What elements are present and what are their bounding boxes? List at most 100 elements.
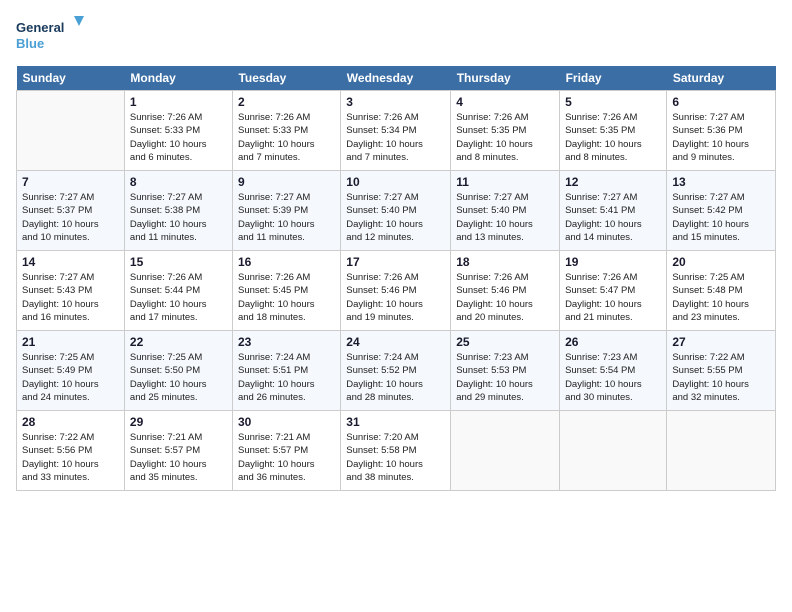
day-info: Sunrise: 7:25 AM Sunset: 5:49 PM Dayligh… [22, 351, 119, 404]
day-number: 18 [456, 255, 554, 269]
day-info: Sunrise: 7:26 AM Sunset: 5:47 PM Dayligh… [565, 271, 661, 324]
day-info: Sunrise: 7:27 AM Sunset: 5:40 PM Dayligh… [346, 191, 445, 244]
calendar-week-row: 14 Sunrise: 7:27 AM Sunset: 5:43 PM Dayli… [17, 251, 776, 331]
calendar-day-cell [560, 411, 667, 491]
calendar-day-cell: 28 Sunrise: 7:22 AM Sunset: 5:56 PM Dayli… [17, 411, 125, 491]
calendar-day-cell: 17 Sunrise: 7:26 AM Sunset: 5:46 PM Dayli… [341, 251, 451, 331]
day-info: Sunrise: 7:27 AM Sunset: 5:40 PM Dayligh… [456, 191, 554, 244]
calendar-day-cell [451, 411, 560, 491]
calendar-week-row: 28 Sunrise: 7:22 AM Sunset: 5:56 PM Dayli… [17, 411, 776, 491]
logo-svg: General Blue [16, 16, 86, 56]
day-info: Sunrise: 7:26 AM Sunset: 5:44 PM Dayligh… [130, 271, 227, 324]
weekday-header-cell: Monday [124, 66, 232, 91]
calendar-day-cell: 11 Sunrise: 7:27 AM Sunset: 5:40 PM Dayli… [451, 171, 560, 251]
day-info: Sunrise: 7:27 AM Sunset: 5:36 PM Dayligh… [672, 111, 770, 164]
day-number: 23 [238, 335, 335, 349]
day-info: Sunrise: 7:22 AM Sunset: 5:55 PM Dayligh… [672, 351, 770, 404]
day-number: 15 [130, 255, 227, 269]
calendar-day-cell: 16 Sunrise: 7:26 AM Sunset: 5:45 PM Dayli… [232, 251, 340, 331]
weekday-header-cell: Wednesday [341, 66, 451, 91]
calendar-day-cell: 30 Sunrise: 7:21 AM Sunset: 5:57 PM Dayli… [232, 411, 340, 491]
day-info: Sunrise: 7:24 AM Sunset: 5:51 PM Dayligh… [238, 351, 335, 404]
day-info: Sunrise: 7:26 AM Sunset: 5:33 PM Dayligh… [130, 111, 227, 164]
calendar-day-cell: 23 Sunrise: 7:24 AM Sunset: 5:51 PM Dayli… [232, 331, 340, 411]
calendar-day-cell: 19 Sunrise: 7:26 AM Sunset: 5:47 PM Dayli… [560, 251, 667, 331]
day-number: 22 [130, 335, 227, 349]
calendar-day-cell: 29Sunrise: 7:21 AM Sunset: 5:57 PM Dayli… [124, 411, 232, 491]
calendar-day-cell: 13 Sunrise: 7:27 AM Sunset: 5:42 PM Dayli… [667, 171, 776, 251]
day-number: 30 [238, 415, 335, 429]
day-number: 1 [130, 95, 227, 109]
day-number: 12 [565, 175, 661, 189]
calendar-day-cell: 1 Sunrise: 7:26 AM Sunset: 5:33 PM Daylig… [124, 91, 232, 171]
calendar-day-cell: 3Sunrise: 7:26 AM Sunset: 5:34 PM Daylig… [341, 91, 451, 171]
day-number: 26 [565, 335, 661, 349]
calendar-day-cell: 5 Sunrise: 7:26 AM Sunset: 5:35 PM Daylig… [560, 91, 667, 171]
calendar-day-cell: 14 Sunrise: 7:27 AM Sunset: 5:43 PM Dayli… [17, 251, 125, 331]
day-number: 6 [672, 95, 770, 109]
day-info: Sunrise: 7:23 AM Sunset: 5:53 PM Dayligh… [456, 351, 554, 404]
day-info: Sunrise: 7:27 AM Sunset: 5:39 PM Dayligh… [238, 191, 335, 244]
calendar-day-cell: 24Sunrise: 7:24 AM Sunset: 5:52 PM Dayli… [341, 331, 451, 411]
weekday-header-cell: Sunday [17, 66, 125, 91]
calendar-day-cell: 12 Sunrise: 7:27 AM Sunset: 5:41 PM Dayli… [560, 171, 667, 251]
day-info: Sunrise: 7:22 AM Sunset: 5:56 PM Dayligh… [22, 431, 119, 484]
day-number: 25 [456, 335, 554, 349]
day-number: 27 [672, 335, 770, 349]
day-number: 3 [346, 95, 445, 109]
day-info: Sunrise: 7:24 AM Sunset: 5:52 PM Dayligh… [346, 351, 445, 404]
day-number: 13 [672, 175, 770, 189]
header: General Blue [16, 16, 776, 56]
calendar-day-cell: 8Sunrise: 7:27 AM Sunset: 5:38 PM Daylig… [124, 171, 232, 251]
calendar-day-cell: 18Sunrise: 7:26 AM Sunset: 5:46 PM Dayli… [451, 251, 560, 331]
weekday-header-cell: Saturday [667, 66, 776, 91]
calendar-day-cell: 6 Sunrise: 7:27 AM Sunset: 5:36 PM Daylig… [667, 91, 776, 171]
day-number: 21 [22, 335, 119, 349]
day-number: 11 [456, 175, 554, 189]
day-info: Sunrise: 7:26 AM Sunset: 5:33 PM Dayligh… [238, 111, 335, 164]
calendar-day-cell: 2Sunrise: 7:26 AM Sunset: 5:33 PM Daylig… [232, 91, 340, 171]
calendar-container: General Blue SundayMondayTuesdayWednesda… [0, 0, 792, 612]
day-number: 28 [22, 415, 119, 429]
calendar-day-cell: 9Sunrise: 7:27 AM Sunset: 5:39 PM Daylig… [232, 171, 340, 251]
calendar-day-cell: 31 Sunrise: 7:20 AM Sunset: 5:58 PM Dayli… [341, 411, 451, 491]
calendar-week-row: 7Sunrise: 7:27 AM Sunset: 5:37 PM Daylig… [17, 171, 776, 251]
day-info: Sunrise: 7:26 AM Sunset: 5:45 PM Dayligh… [238, 271, 335, 324]
day-number: 17 [346, 255, 445, 269]
calendar-day-cell: 10 Sunrise: 7:27 AM Sunset: 5:40 PM Dayli… [341, 171, 451, 251]
weekday-header-cell: Friday [560, 66, 667, 91]
calendar-day-cell: 25 Sunrise: 7:23 AM Sunset: 5:53 PM Dayli… [451, 331, 560, 411]
weekday-header-cell: Tuesday [232, 66, 340, 91]
day-info: Sunrise: 7:27 AM Sunset: 5:43 PM Dayligh… [22, 271, 119, 324]
day-number: 5 [565, 95, 661, 109]
day-info: Sunrise: 7:20 AM Sunset: 5:58 PM Dayligh… [346, 431, 445, 484]
day-info: Sunrise: 7:23 AM Sunset: 5:54 PM Dayligh… [565, 351, 661, 404]
weekday-header-cell: Thursday [451, 66, 560, 91]
day-info: Sunrise: 7:25 AM Sunset: 5:50 PM Dayligh… [130, 351, 227, 404]
day-number: 29 [130, 415, 227, 429]
day-info: Sunrise: 7:21 AM Sunset: 5:57 PM Dayligh… [238, 431, 335, 484]
calendar-day-cell: 4 Sunrise: 7:26 AM Sunset: 5:35 PM Daylig… [451, 91, 560, 171]
day-number: 31 [346, 415, 445, 429]
svg-text:General: General [16, 20, 64, 35]
day-info: Sunrise: 7:27 AM Sunset: 5:38 PM Dayligh… [130, 191, 227, 244]
calendar-week-row: 21 Sunrise: 7:25 AM Sunset: 5:49 PM Dayli… [17, 331, 776, 411]
day-number: 19 [565, 255, 661, 269]
logo: General Blue [16, 16, 86, 56]
calendar-day-cell: 21 Sunrise: 7:25 AM Sunset: 5:49 PM Dayli… [17, 331, 125, 411]
day-info: Sunrise: 7:26 AM Sunset: 5:35 PM Dayligh… [565, 111, 661, 164]
day-info: Sunrise: 7:26 AM Sunset: 5:46 PM Dayligh… [346, 271, 445, 324]
day-number: 10 [346, 175, 445, 189]
calendar-day-cell: 7Sunrise: 7:27 AM Sunset: 5:37 PM Daylig… [17, 171, 125, 251]
calendar-body: 1 Sunrise: 7:26 AM Sunset: 5:33 PM Daylig… [17, 91, 776, 491]
calendar-day-cell [667, 411, 776, 491]
day-info: Sunrise: 7:27 AM Sunset: 5:41 PM Dayligh… [565, 191, 661, 244]
day-number: 16 [238, 255, 335, 269]
day-number: 14 [22, 255, 119, 269]
svg-text:Blue: Blue [16, 36, 44, 51]
calendar-day-cell: 27 Sunrise: 7:22 AM Sunset: 5:55 PM Dayli… [667, 331, 776, 411]
day-number: 4 [456, 95, 554, 109]
day-info: Sunrise: 7:27 AM Sunset: 5:42 PM Dayligh… [672, 191, 770, 244]
calendar-day-cell [17, 91, 125, 171]
day-info: Sunrise: 7:26 AM Sunset: 5:35 PM Dayligh… [456, 111, 554, 164]
